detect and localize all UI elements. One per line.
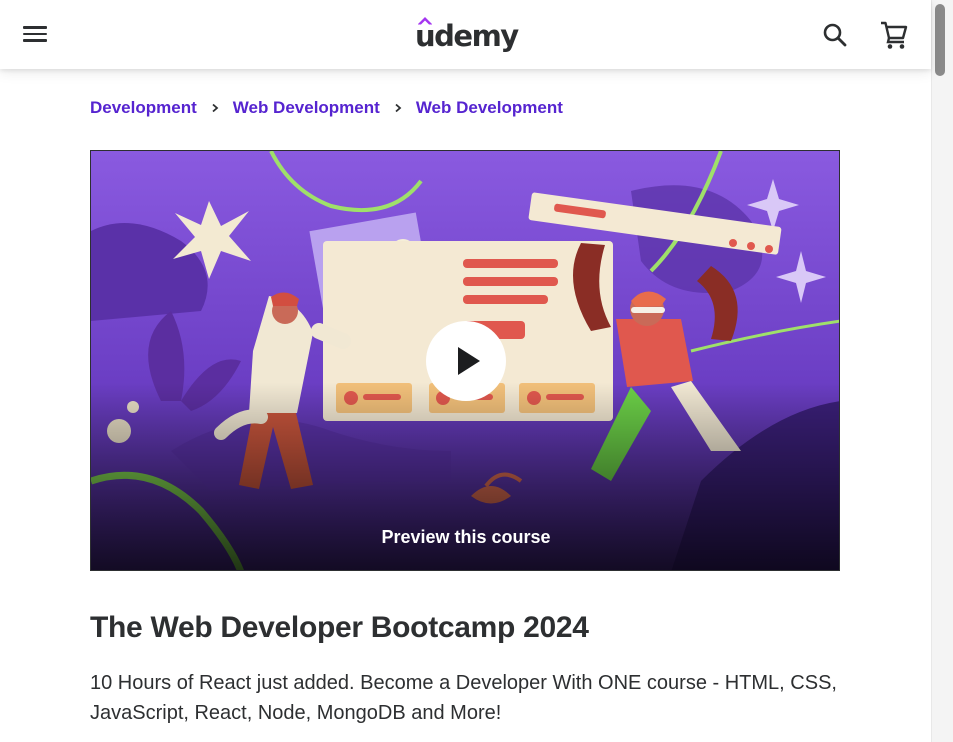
course-title: The Web Developer Bootcamp 2024 bbox=[90, 611, 589, 644]
breadcrumb-web-development[interactable]: Web Development bbox=[233, 98, 380, 118]
page-scrollbar[interactable] bbox=[931, 0, 953, 742]
top-nav-bar: udemy bbox=[0, 0, 931, 69]
scrollbar-thumb[interactable] bbox=[935, 4, 945, 76]
chevron-right-icon bbox=[395, 103, 402, 113]
preview-course-label: Preview this course bbox=[381, 527, 551, 547]
course-preview-video[interactable]: Preview this course bbox=[90, 150, 840, 571]
play-icon bbox=[458, 347, 480, 375]
search-icon[interactable] bbox=[818, 18, 852, 52]
logo-text: udemy bbox=[415, 19, 519, 53]
udemy-logo[interactable]: udemy bbox=[415, 13, 519, 53]
course-page: udemy Development Web Development Web De… bbox=[0, 0, 953, 742]
breadcrumb-web-development-sub[interactable]: Web Development bbox=[416, 98, 563, 118]
chevron-right-icon bbox=[212, 103, 219, 113]
play-button[interactable] bbox=[426, 321, 506, 401]
hamburger-menu-icon[interactable] bbox=[14, 17, 56, 51]
breadcrumb-development[interactable]: Development bbox=[90, 98, 197, 118]
breadcrumb: Development Web Development Web Developm… bbox=[90, 98, 563, 118]
course-description: 10 Hours of React just added. Become a D… bbox=[90, 672, 837, 724]
shopping-cart-icon[interactable] bbox=[877, 18, 911, 52]
